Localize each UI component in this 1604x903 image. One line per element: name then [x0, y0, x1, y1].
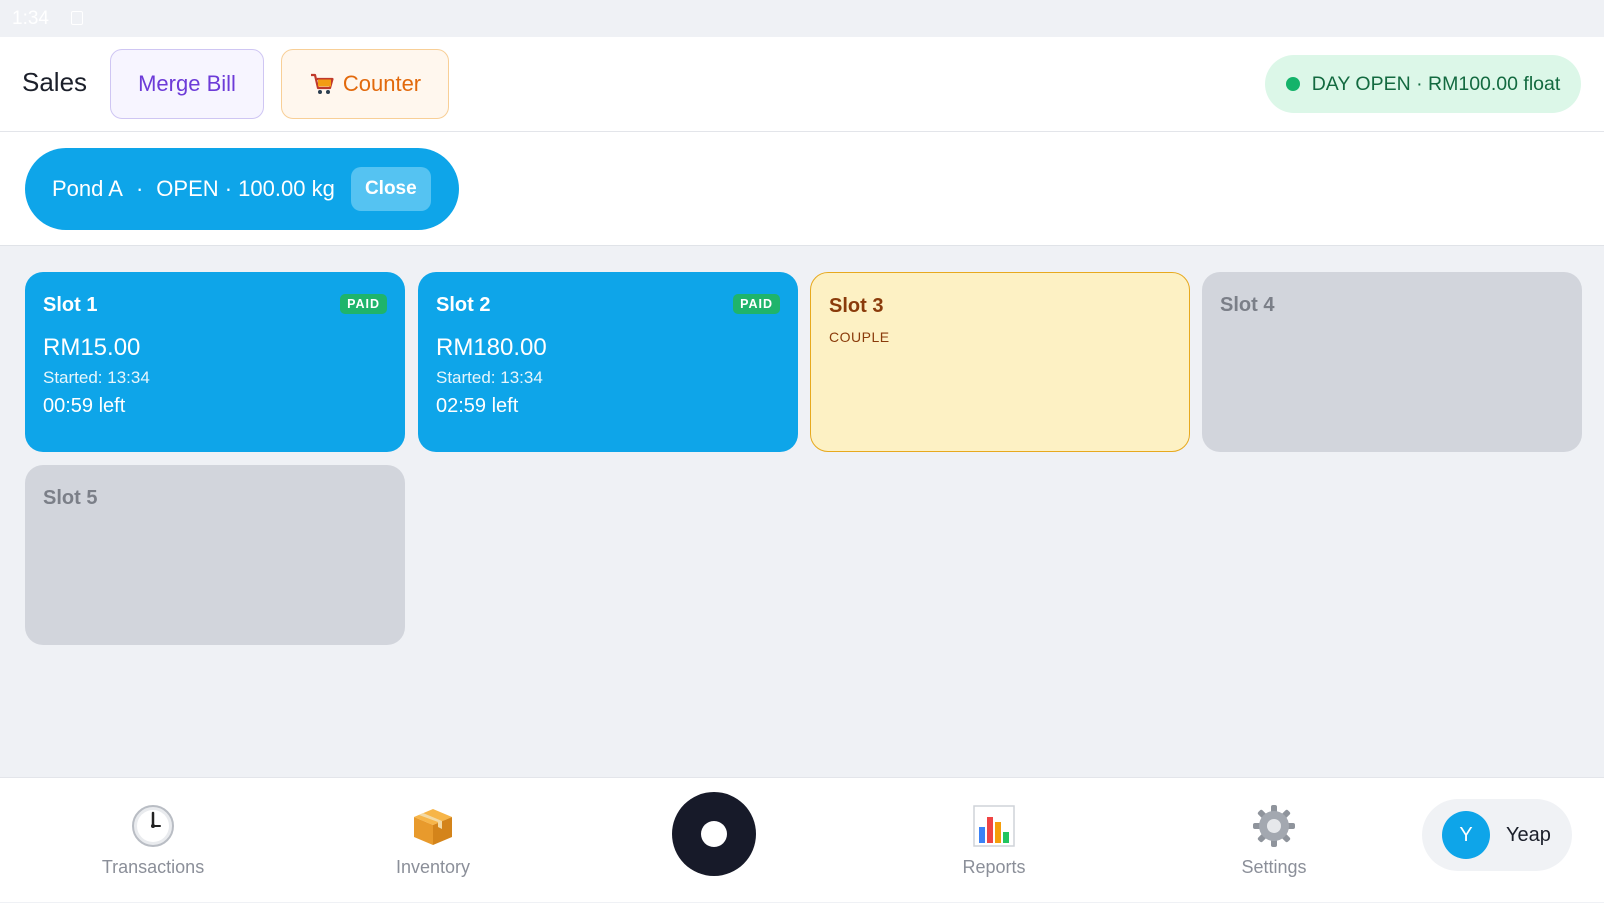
slot-time-left: 00:59 left	[43, 395, 126, 417]
pond-status: OPEN · 100.00 kg	[156, 176, 335, 201]
header: Sales Merge Bill Counter DAY OPEN · RM10…	[0, 37, 1604, 132]
nav-label: Transactions	[101, 857, 205, 877]
bar-chart-icon	[973, 805, 1015, 847]
slot-title: Slot 4	[1220, 294, 1275, 316]
pond-bar: Pond A · OPEN · 100.00 kg Close	[0, 132, 1604, 246]
clock-icon	[132, 805, 174, 847]
counter-button[interactable]: Counter	[281, 49, 449, 119]
paid-badge: PAID	[340, 294, 387, 314]
slot-card-4[interactable]: Slot 4	[1202, 272, 1582, 452]
package-icon	[414, 809, 452, 845]
nav-settings[interactable]: Settings	[1174, 778, 1374, 903]
slot-title: Slot 3	[829, 295, 884, 317]
nav-label: Reports	[962, 857, 1026, 877]
notification-icon	[71, 11, 83, 25]
user-profile-button[interactable]: Y Yeap	[1422, 799, 1572, 871]
nav-transactions[interactable]: Transactions	[53, 778, 253, 903]
user-name: Yeap	[1506, 823, 1551, 846]
slot-started-time: Started: 13:34	[436, 368, 543, 387]
nav-label: Settings	[1241, 857, 1307, 877]
pond-selector[interactable]: Pond A · OPEN · 100.00 kg Close	[25, 148, 459, 230]
slot-card-5[interactable]: Slot 5	[25, 465, 405, 645]
slot-title: Slot 5	[43, 487, 98, 509]
day-status-badge: DAY OPEN · RM100.00 float	[1265, 55, 1581, 113]
nav-inventory[interactable]: Inventory	[333, 778, 533, 903]
gear-icon	[1253, 805, 1295, 847]
paid-badge: PAID	[733, 294, 780, 314]
counter-label: Counter	[342, 71, 422, 96]
status-bar: 1:34	[0, 0, 1604, 37]
slot-amount: RM180.00	[436, 334, 547, 361]
record-button[interactable]	[672, 792, 756, 876]
slot-time-left: 02:59 left	[436, 395, 519, 417]
pond-separator: ·	[135, 176, 144, 201]
nav-label: Inventory	[395, 857, 471, 877]
status-dot-icon	[1285, 77, 1300, 91]
avatar: Y	[1442, 811, 1490, 859]
day-status-text: DAY OPEN · RM100.00 float	[1311, 72, 1561, 95]
slot-card-1[interactable]: Slot 1 PAID RM15.00 Started: 13:34 00:59…	[25, 272, 405, 452]
page-title: Sales	[22, 67, 88, 97]
pond-name: Pond A	[52, 176, 123, 201]
slot-amount: RM15.00	[43, 334, 141, 361]
merge-bill-label: Merge Bill	[138, 71, 236, 96]
bottom-nav: Transactions Inventory Reports Settings …	[0, 777, 1604, 902]
merge-bill-button[interactable]: Merge Bill	[110, 49, 264, 119]
record-dot-icon	[701, 821, 727, 847]
slot-title: Slot 2	[436, 294, 491, 316]
shopping-cart-icon	[310, 73, 334, 94]
slot-tag: COUPLE	[829, 329, 890, 345]
slot-card-3[interactable]: Slot 3 COUPLE	[810, 272, 1190, 452]
slot-card-2[interactable]: Slot 2 PAID RM180.00 Started: 13:34 02:5…	[418, 272, 798, 452]
status-time: 1:34	[12, 8, 49, 29]
nav-reports[interactable]: Reports	[894, 778, 1094, 903]
slot-started-time: Started: 13:34	[43, 368, 150, 387]
slot-title: Slot 1	[43, 294, 98, 316]
close-pond-button[interactable]: Close	[350, 167, 431, 211]
